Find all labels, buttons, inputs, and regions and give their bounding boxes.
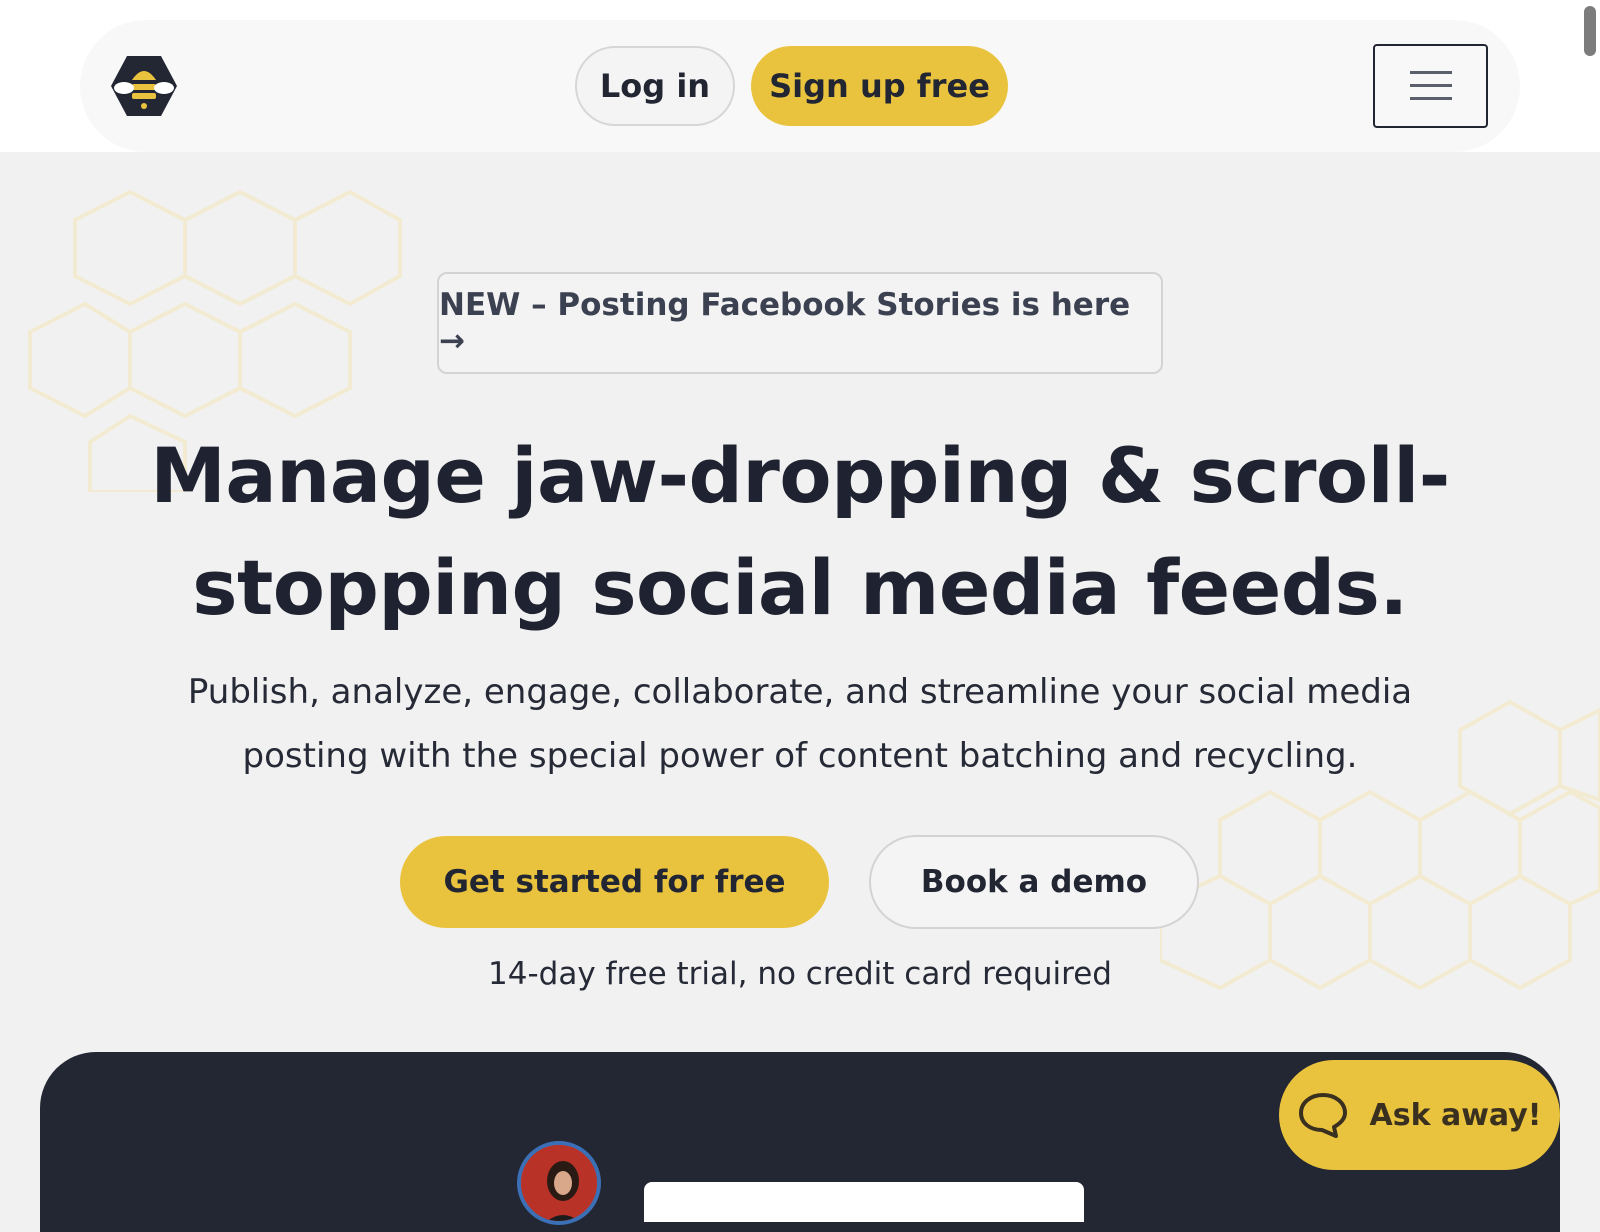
log-in-button[interactable]: Log in — [575, 46, 735, 126]
scrollbar-thumb[interactable] — [1584, 6, 1596, 56]
sign-up-free-button[interactable]: Sign up free — [751, 46, 1008, 126]
bee-logo-icon[interactable] — [110, 54, 178, 118]
hamburger-menu-icon — [1409, 71, 1452, 100]
trial-note: 14-day free trial, no credit card requir… — [488, 956, 1112, 992]
menu-button[interactable] — [1373, 44, 1488, 128]
post-preview-card — [644, 1182, 1084, 1222]
book-demo-button[interactable]: Book a demo — [869, 835, 1199, 929]
get-started-button[interactable]: Get started for free — [400, 836, 829, 928]
hero-subtext: Publish, analyze, engage, collaborate, a… — [187, 672, 1413, 776]
avatar — [517, 1141, 601, 1225]
hero-headline: Manage jaw-dropping & scroll-stopping so… — [150, 431, 1450, 632]
chat-button[interactable]: Ask away! — [1279, 1060, 1560, 1170]
chat-button-label: Ask away! — [1369, 1097, 1542, 1133]
announcement-banner-link[interactable]: NEW – Posting Facebook Stories is here → — [437, 272, 1163, 374]
chat-bubble-icon — [1298, 1093, 1347, 1138]
